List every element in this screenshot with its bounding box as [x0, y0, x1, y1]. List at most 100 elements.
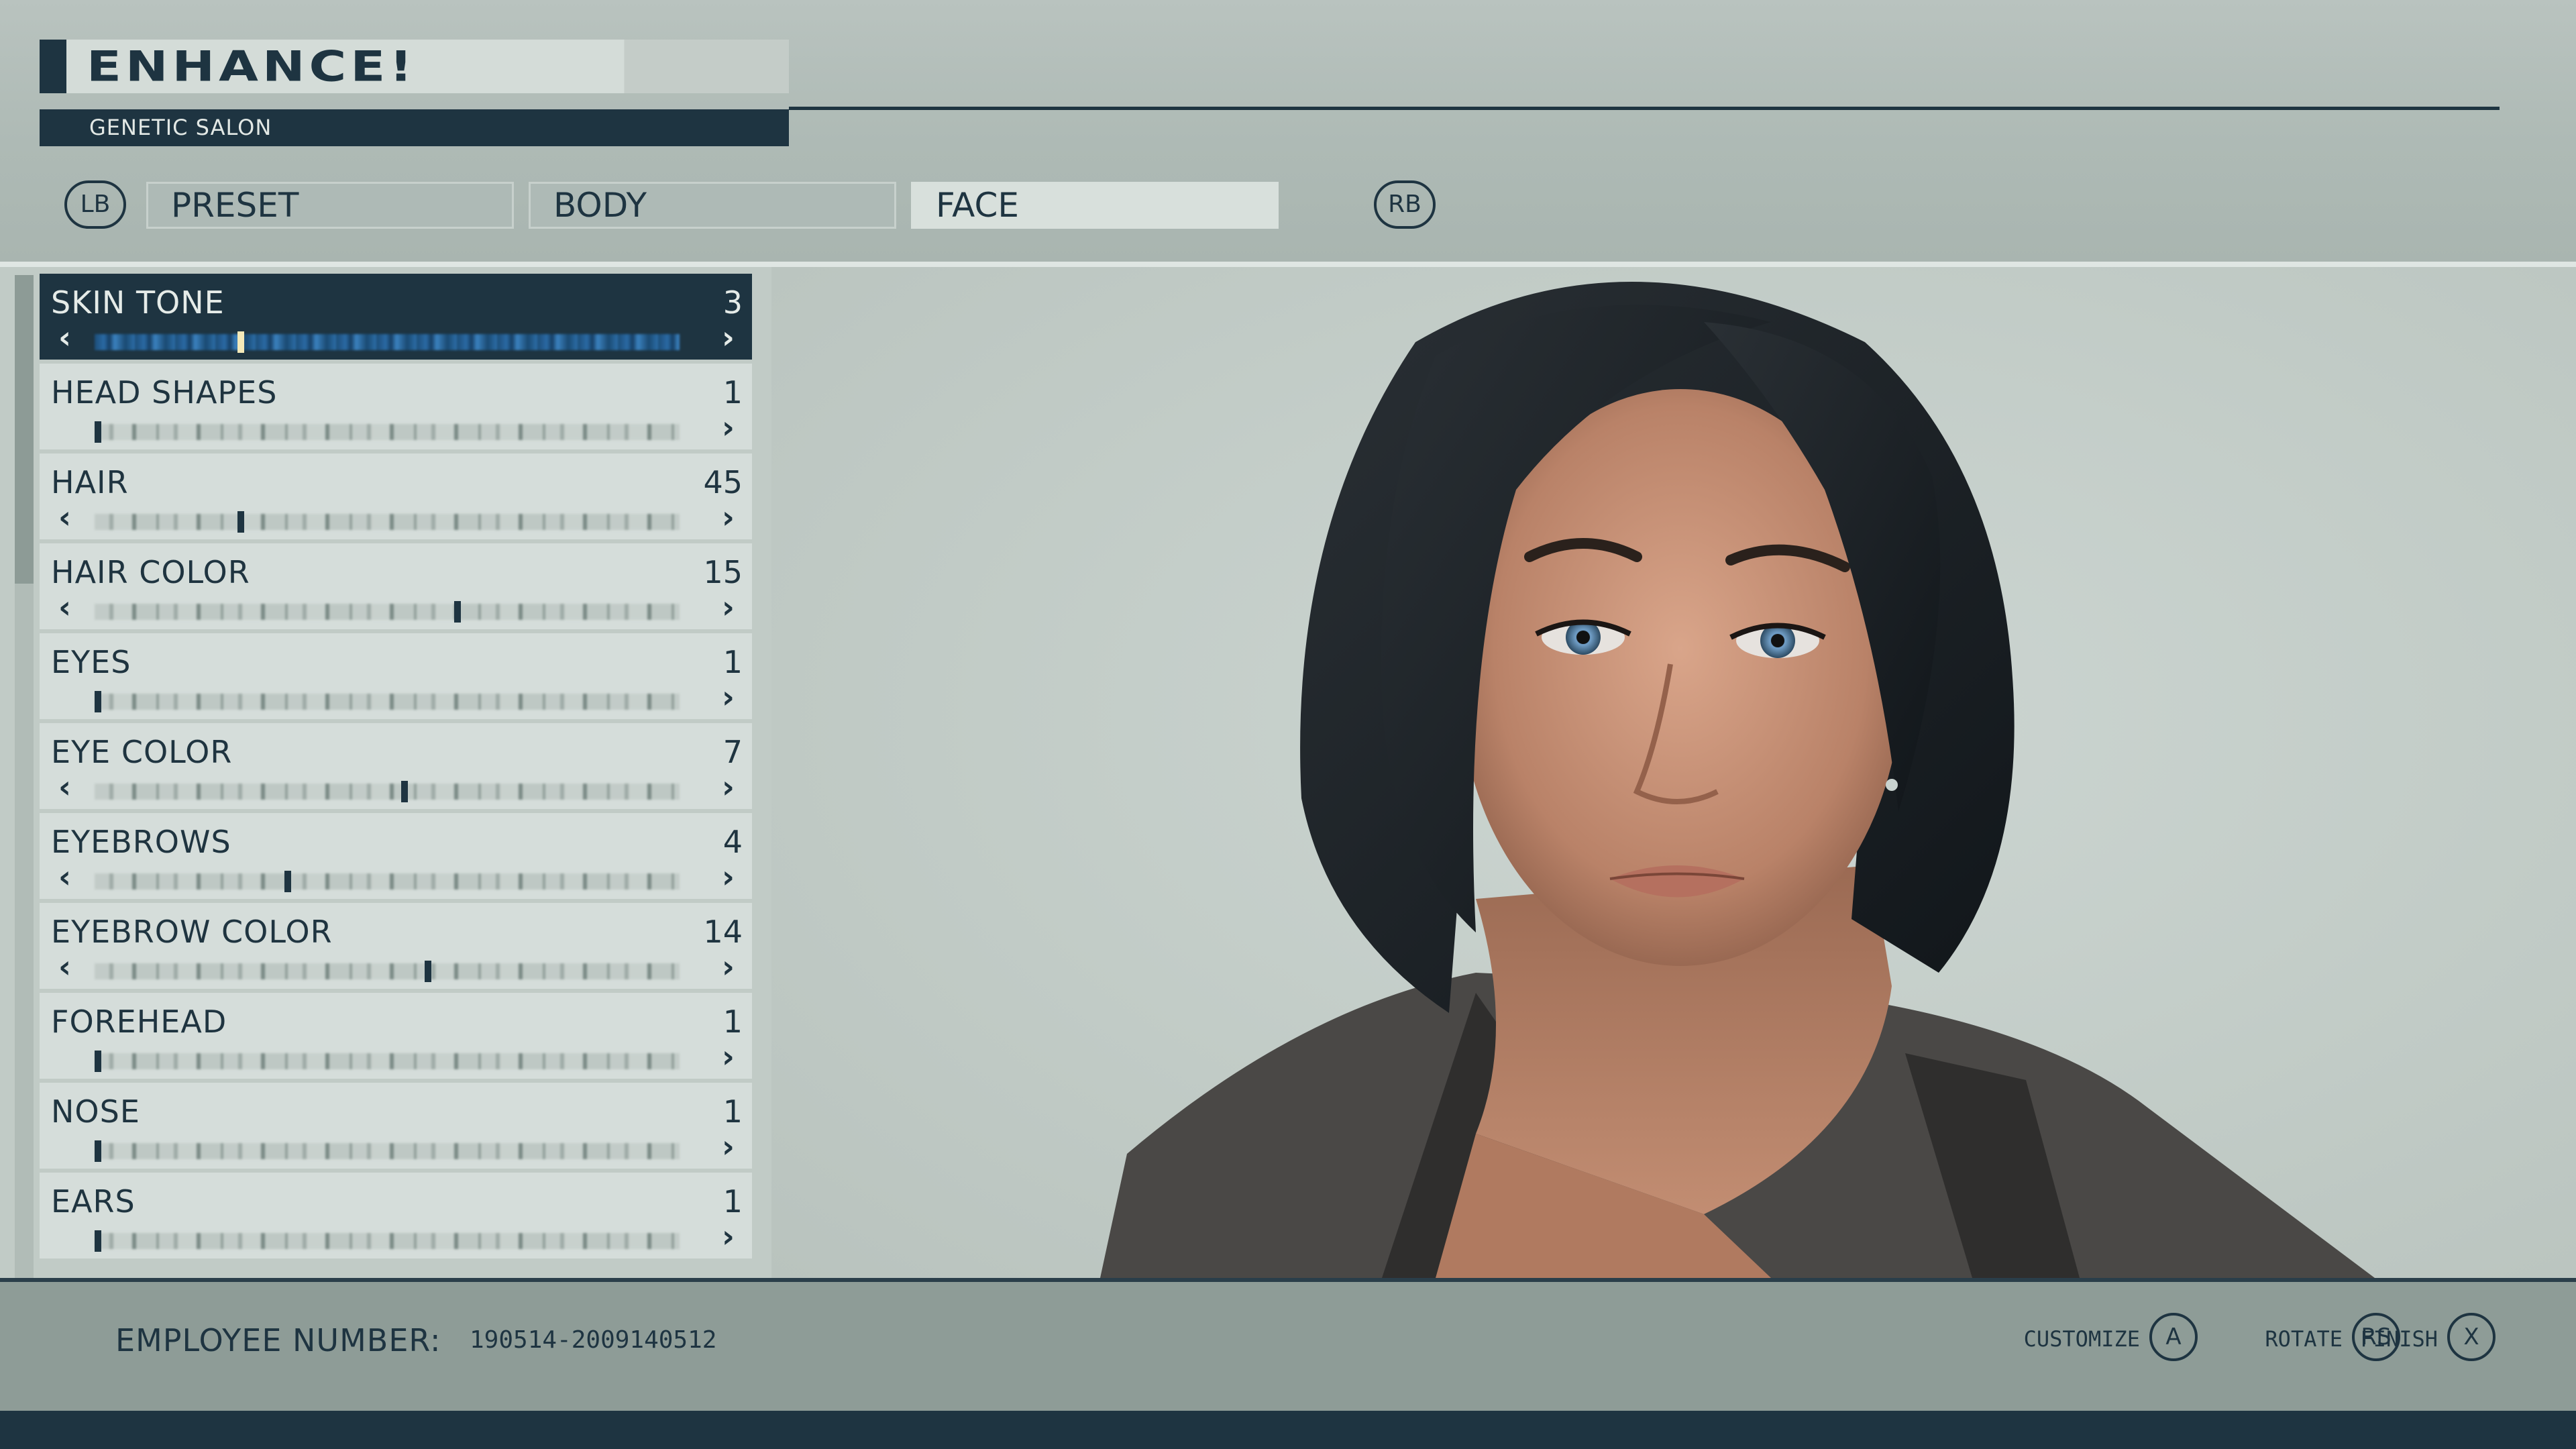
tab-face[interactable]: FACE: [911, 182, 1279, 229]
rb-bumper-button[interactable]: RB: [1374, 180, 1436, 229]
scrollbar-thumb[interactable]: [15, 275, 34, 584]
option-label: EYE COLOR: [51, 734, 233, 770]
slider-track: [95, 694, 680, 710]
tab-preset[interactable]: PRESET: [146, 182, 514, 229]
slider-track: [95, 963, 680, 979]
chevron-right-icon[interactable]: ›: [722, 1221, 735, 1252]
option-row-eyebrows[interactable]: EYEBROWS 4 ‹ ›: [40, 813, 752, 899]
option-value: 1: [722, 1093, 743, 1130]
slider-knob[interactable]: [95, 1051, 101, 1072]
option-value: 3: [722, 284, 743, 321]
slider-knob[interactable]: [95, 691, 101, 712]
chevron-left-icon[interactable]: ‹: [58, 592, 71, 623]
option-slider[interactable]: [95, 331, 680, 353]
option-value: 14: [703, 914, 743, 950]
chevron-right-icon[interactable]: ›: [722, 1131, 735, 1162]
chevron-right-icon[interactable]: ›: [722, 861, 735, 892]
chevron-right-icon[interactable]: ›: [722, 412, 735, 443]
finish-hint[interactable]: FINISH X: [2334, 1313, 2496, 1364]
option-slider[interactable]: [95, 691, 680, 712]
option-slider[interactable]: [95, 601, 680, 623]
customize-hint[interactable]: CUSTOMIZE A: [1929, 1313, 2198, 1364]
slider-knob[interactable]: [237, 331, 244, 353]
slider-track: [95, 784, 680, 800]
option-slider[interactable]: [95, 1051, 680, 1072]
option-row-head-shapes[interactable]: HEAD SHAPES 1 ›: [40, 364, 752, 449]
scrollbar[interactable]: [15, 275, 34, 1278]
chevron-right-icon[interactable]: ›: [722, 682, 735, 712]
chevron-right-icon[interactable]: ›: [722, 771, 735, 802]
option-label: EYEBROWS: [51, 824, 231, 860]
footer: EMPLOYEE NUMBER: 190514-2009140512 CUSTO…: [0, 1278, 2576, 1411]
lb-bumper-button[interactable]: LB: [64, 180, 126, 229]
chevron-left-icon[interactable]: ‹: [58, 951, 71, 982]
employee-number-label: EMPLOYEE NUMBER:: [115, 1322, 441, 1358]
option-value: 7: [722, 734, 743, 770]
finish-hint-label: FINISH: [2360, 1326, 2438, 1352]
customize-hint-label: CUSTOMIZE: [2023, 1326, 2140, 1352]
option-value: 15: [703, 554, 743, 590]
title-accent: [40, 40, 66, 93]
option-label: NOSE: [51, 1093, 140, 1130]
chevron-right-icon[interactable]: ›: [722, 502, 735, 533]
chevron-right-icon[interactable]: ›: [722, 1041, 735, 1072]
slider-track: [95, 514, 680, 530]
option-row-eyebrow-color[interactable]: EYEBROW COLOR 14 ‹ ›: [40, 903, 752, 989]
employee-number-value: 190514-2009140512: [470, 1326, 717, 1354]
chevron-right-icon[interactable]: ›: [722, 322, 735, 353]
rotate-hint-label: ROTATE: [2265, 1326, 2343, 1352]
slider-track: [95, 1053, 680, 1069]
option-slider[interactable]: [95, 1230, 680, 1252]
slider-knob[interactable]: [284, 871, 291, 892]
option-row-skin-tone[interactable]: SKIN TONE 3 ‹ ›: [40, 274, 752, 360]
option-row-eye-color[interactable]: EYE COLOR 7 ‹ ›: [40, 723, 752, 809]
option-row-nose[interactable]: NOSE 1 ›: [40, 1083, 752, 1169]
slider-knob[interactable]: [237, 511, 244, 533]
chevron-left-icon[interactable]: ‹: [58, 322, 71, 353]
chevron-left-icon[interactable]: ‹: [58, 502, 71, 533]
option-slider[interactable]: [95, 961, 680, 982]
header-rule: [789, 107, 2500, 110]
option-row-forehead[interactable]: FOREHEAD 1 ›: [40, 993, 752, 1079]
a-button-icon[interactable]: A: [2149, 1313, 2198, 1361]
slider-track: [95, 424, 680, 440]
tab-body[interactable]: BODY: [529, 182, 896, 229]
chevron-left-icon[interactable]: ‹: [58, 771, 71, 802]
slider-track: [95, 1233, 680, 1249]
app-subtitle: GENETIC SALON: [89, 115, 272, 140]
option-row-ears[interactable]: EARS 1 ›: [40, 1173, 752, 1258]
option-slider[interactable]: [95, 781, 680, 802]
option-slider[interactable]: [95, 421, 680, 443]
slider-track: [95, 1143, 680, 1159]
header: ENHANCE! GENETIC SALON LB PRESET BODY FA…: [0, 0, 2576, 262]
subtitle-bar: GENETIC SALON: [40, 109, 789, 146]
option-label: SKIN TONE: [51, 284, 225, 321]
option-label: HAIR COLOR: [51, 554, 250, 590]
slider-knob[interactable]: [95, 421, 101, 443]
title-block: ENHANCE!: [40, 40, 789, 93]
slider-knob[interactable]: [453, 601, 461, 623]
option-value: 1: [722, 1004, 743, 1040]
option-value: 4: [722, 824, 743, 860]
character-portrait[interactable]: [1100, 262, 2375, 1278]
main-area: SKIN TONE 3 ‹ › HEAD SHAPES 1 › HAIR 45 ‹ › HAIR CO…: [0, 262, 2576, 1278]
option-slider[interactable]: [95, 871, 680, 892]
chevron-right-icon[interactable]: ›: [722, 951, 735, 982]
chevron-left-icon[interactable]: ‹: [58, 861, 71, 892]
option-slider[interactable]: [95, 511, 680, 533]
option-label: EYES: [51, 644, 131, 680]
option-slider[interactable]: [95, 1140, 680, 1162]
slider-knob[interactable]: [401, 781, 409, 802]
option-row-hair[interactable]: HAIR 45 ‹ ›: [40, 453, 752, 539]
option-row-hair-color[interactable]: HAIR COLOR 15 ‹ ›: [40, 543, 752, 629]
option-label: FOREHEAD: [51, 1004, 227, 1040]
chevron-right-icon[interactable]: ›: [722, 592, 735, 623]
option-row-eyes[interactable]: EYES 1 ›: [40, 633, 752, 719]
option-label: EARS: [51, 1183, 136, 1220]
slider-knob[interactable]: [425, 961, 432, 982]
slider-knob[interactable]: [95, 1140, 101, 1162]
x-button-icon[interactable]: X: [2447, 1313, 2496, 1361]
option-value: 1: [722, 374, 743, 411]
slider-track: [95, 334, 680, 350]
slider-knob[interactable]: [95, 1230, 101, 1252]
